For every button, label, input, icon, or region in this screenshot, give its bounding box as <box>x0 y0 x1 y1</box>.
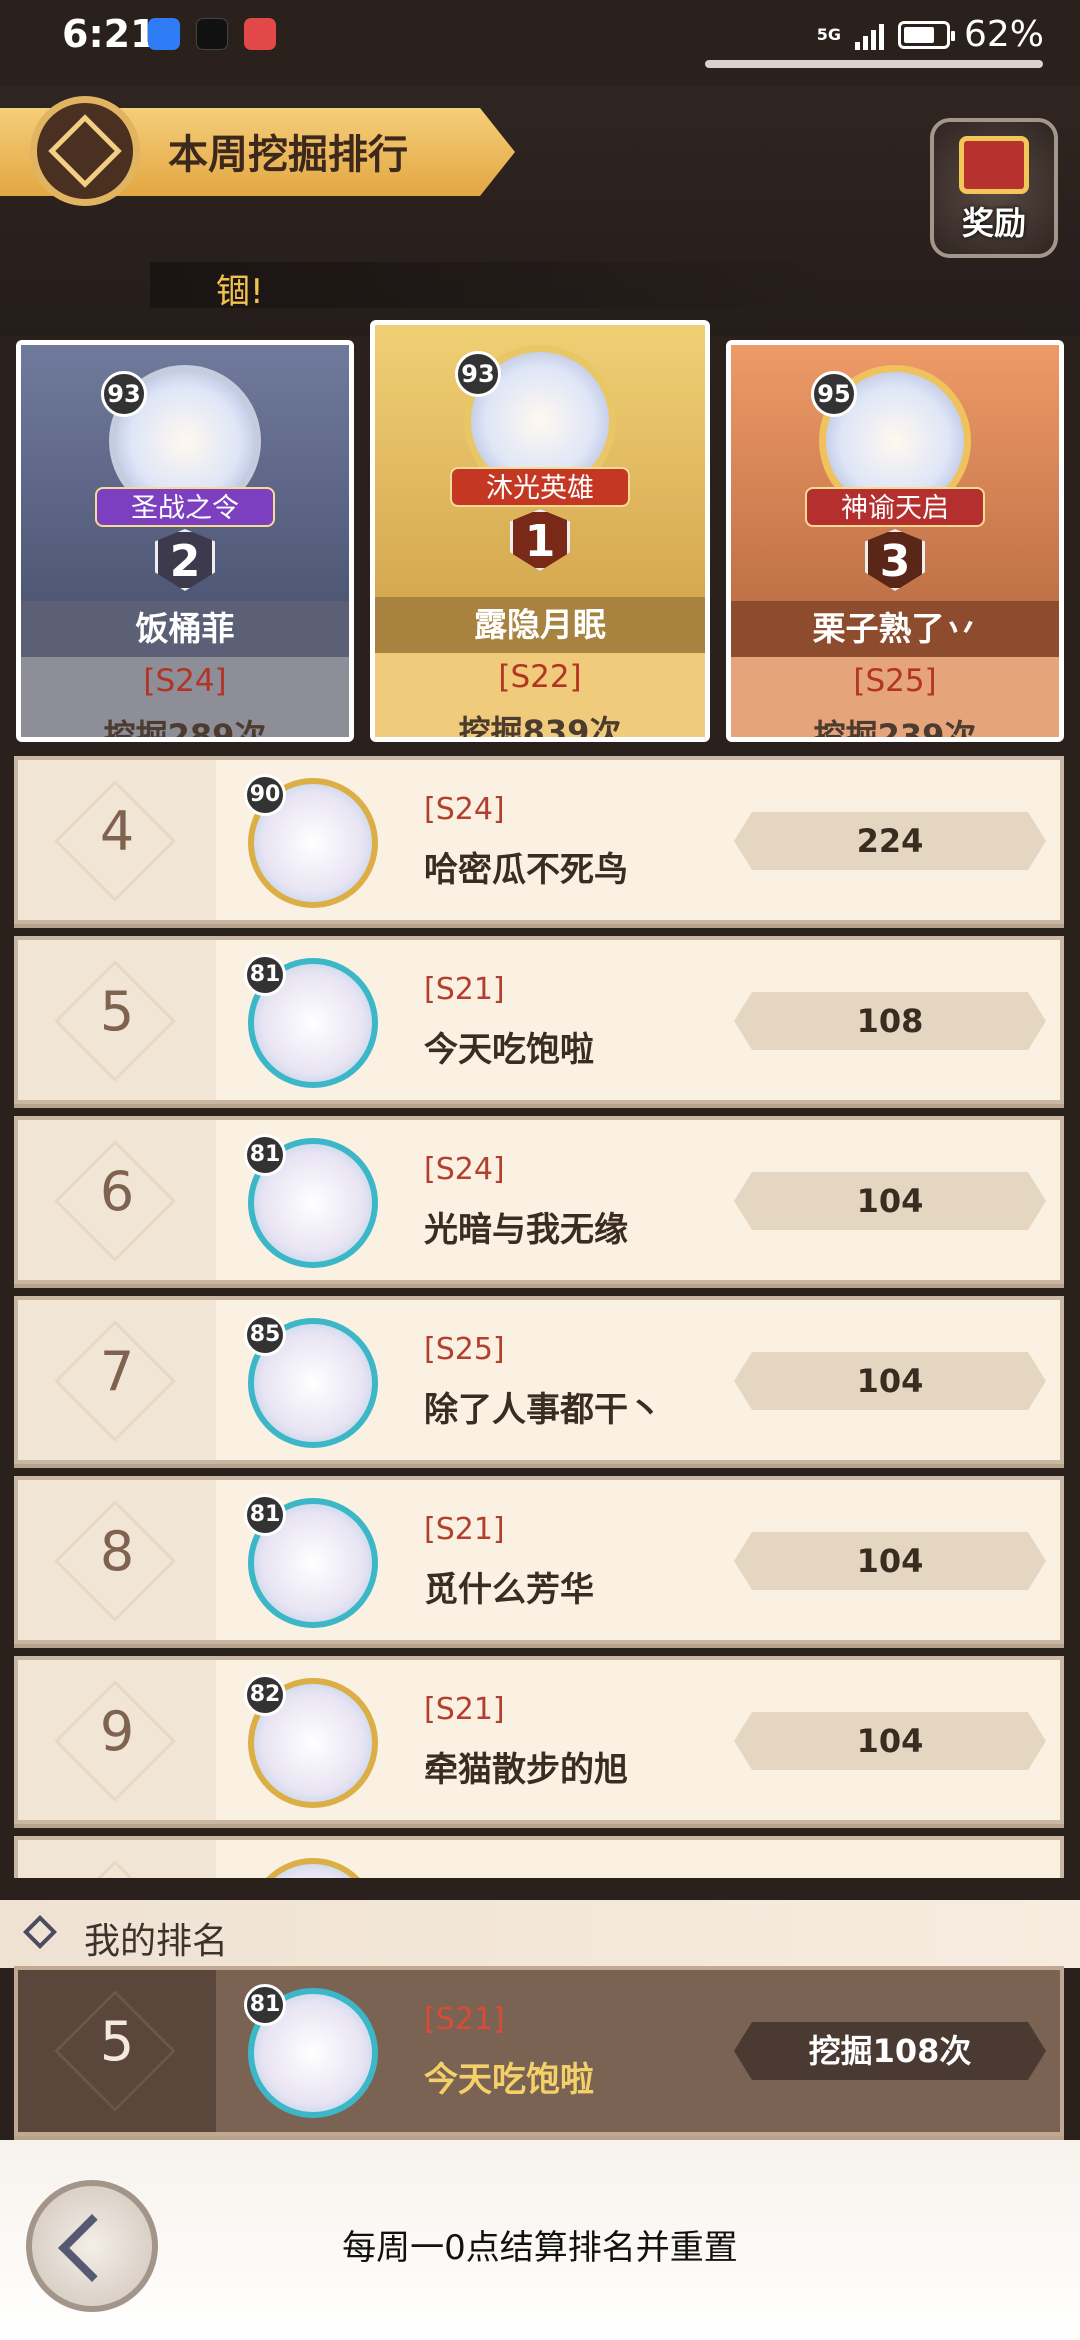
dig-score: 挖掘108次 <box>734 2022 1046 2080</box>
server-tag: [S21] <box>424 2002 505 2037</box>
ranking-emblem-icon <box>30 96 140 206</box>
dig-count: 挖掘289次 <box>103 717 267 737</box>
reward-button[interactable]: 奖励 <box>930 118 1058 258</box>
server-tag: [S25] <box>853 663 937 699</box>
level-badge: 81 <box>244 1134 286 1176</box>
level-badge: 81 <box>244 954 286 996</box>
ranking-row[interactable]: 7 85 [S25] 除了人事都干丶 104 <box>14 1296 1064 1464</box>
rank-number: 5 <box>99 980 135 1043</box>
player-avatar: 81 <box>244 954 378 1088</box>
podium-first[interactable]: 93 沐光英雄 1 露隐月眠 [S22] 挖掘839次 <box>370 320 710 742</box>
player-avatar: 81 <box>244 1494 378 1628</box>
level-badge: 95 <box>811 371 857 417</box>
ranking-list[interactable]: 4 90 [S24] 哈密瓜不死鸟 224 5 81 [S21] 今天吃饱啦 1… <box>0 748 1080 1878</box>
status-time: 6:21 <box>62 12 157 56</box>
my-rank-row[interactable]: 5 81 [S21] 今天吃饱啦 挖掘108次 <box>14 1966 1064 2136</box>
dig-score: 104 <box>734 1712 1046 1770</box>
page-title: 本周挖掘排行 <box>168 132 408 178</box>
notice-text: 锢! <box>216 272 264 312</box>
diamond-icon <box>23 1915 57 1949</box>
reset-tip: 每周一0点结算排名并重置 <box>342 2228 738 2268</box>
player-avatar: 81 <box>244 1984 378 2118</box>
player-name: 觅什么芳华 <box>424 1570 594 1610</box>
book-app-icon <box>244 18 276 50</box>
ranking-row[interactable]: 5 81 [S21] 今天吃饱啦 108 <box>14 936 1064 1104</box>
level-badge: 93 <box>101 371 147 417</box>
player-avatar: 81 <box>244 1134 378 1268</box>
title-badge: 圣战之令 <box>95 487 275 527</box>
my-rank-title: 我的排名 <box>84 1921 229 1962</box>
server-tag: [S21] <box>424 972 505 1007</box>
podium-third[interactable]: 95 神谕天启 3 栗子熟了丷 [S25] 挖掘239次 <box>726 340 1064 742</box>
rank-number: 8 <box>99 1520 135 1583</box>
player-name: 光暗与我无缘 <box>424 1210 628 1250</box>
rank-number: 4 <box>99 800 135 863</box>
rank-shield: 3 <box>865 529 925 591</box>
level-badge: 81 <box>244 1494 286 1536</box>
player-name: 栗子熟了丷 <box>731 601 1059 657</box>
title-badge: 沐光英雄 <box>450 467 630 507</box>
dig-score: 104 <box>734 1172 1046 1230</box>
podium-second[interactable]: 93 圣战之令 2 饭桶菲 [S24] 挖掘289次 <box>16 340 354 742</box>
dig-score: 108 <box>734 992 1046 1050</box>
server-tag: [S24] <box>424 792 505 827</box>
ranking-row[interactable]: 6 81 [S24] 光暗与我无缘 104 <box>14 1116 1064 1284</box>
level-badge: 93 <box>455 351 501 397</box>
scrolling-notice: 锢! <box>150 262 830 312</box>
battery-percent: 62% <box>963 14 1044 55</box>
status-right: 5G 62% <box>817 14 1044 55</box>
top-handle-bar <box>705 60 1043 68</box>
server-tag: [S25] <box>424 1332 505 1367</box>
level-badge: 90 <box>244 774 286 816</box>
dig-count: 挖掘839次 <box>458 713 622 737</box>
server-tag: [S24] <box>143 663 227 699</box>
dig-score: 104 <box>734 1352 1046 1410</box>
rank-number: 6 <box>99 1160 135 1223</box>
player-avatar: 85 <box>244 1314 378 1448</box>
title-badge: 神谕天启 <box>805 487 985 527</box>
player-avatar: 90 <box>244 774 378 908</box>
battery-icon <box>897 20 955 49</box>
my-rank-header: 我的排名 <box>0 1900 1080 1968</box>
shield-app-icon <box>148 18 180 50</box>
rank-shield: 2 <box>155 529 215 591</box>
server-tag: [S21] <box>424 1512 505 1547</box>
rank-shield: 1 <box>510 509 570 571</box>
signal-icon <box>854 20 884 50</box>
player-name: 牵猫散步的旭 <box>424 1750 628 1790</box>
treasure-chest-icon <box>959 136 1029 194</box>
level-badge: 82 <box>244 1674 286 1716</box>
reward-label: 奖励 <box>961 204 1026 242</box>
rank-number: 5 <box>99 2010 135 2073</box>
level-badge: 85 <box>244 1314 286 1356</box>
dig-score: 104 <box>734 1532 1046 1590</box>
rank-number: 9 <box>99 1700 135 1763</box>
server-tag: [S22] <box>498 659 582 695</box>
player-avatar <box>248 1858 378 1878</box>
player-name: 今天吃饱啦 <box>424 2060 594 2100</box>
notification-icons <box>148 18 276 50</box>
player-name: 饭桶菲 <box>21 601 349 657</box>
dig-count: 挖掘239次 <box>813 717 977 737</box>
player-name: 今天吃饱啦 <box>424 1030 594 1070</box>
ranking-row[interactable]: 4 90 [S24] 哈密瓜不死鸟 224 <box>14 756 1064 924</box>
ranking-row[interactable]: 8 81 [S21] 觅什么芳华 104 <box>14 1476 1064 1644</box>
player-name: 露隐月眠 <box>375 597 705 653</box>
player-name: 除了人事都干丶 <box>424 1390 662 1430</box>
level-badge: 81 <box>244 1984 286 2026</box>
player-name: 哈密瓜不死鸟 <box>424 850 628 890</box>
rank-number: 7 <box>99 1340 135 1403</box>
player-avatar: 82 <box>244 1674 378 1808</box>
server-tag: [S21] <box>424 1692 505 1727</box>
server-tag: [S24] <box>424 1152 505 1187</box>
tiktok-app-icon <box>196 18 228 50</box>
ranking-row-partial[interactable] <box>14 1836 1064 1878</box>
dig-score: 224 <box>734 812 1046 870</box>
ranking-row[interactable]: 9 82 [S21] 牵猫散步的旭 104 <box>14 1656 1064 1824</box>
network-type: 5G <box>816 25 841 44</box>
